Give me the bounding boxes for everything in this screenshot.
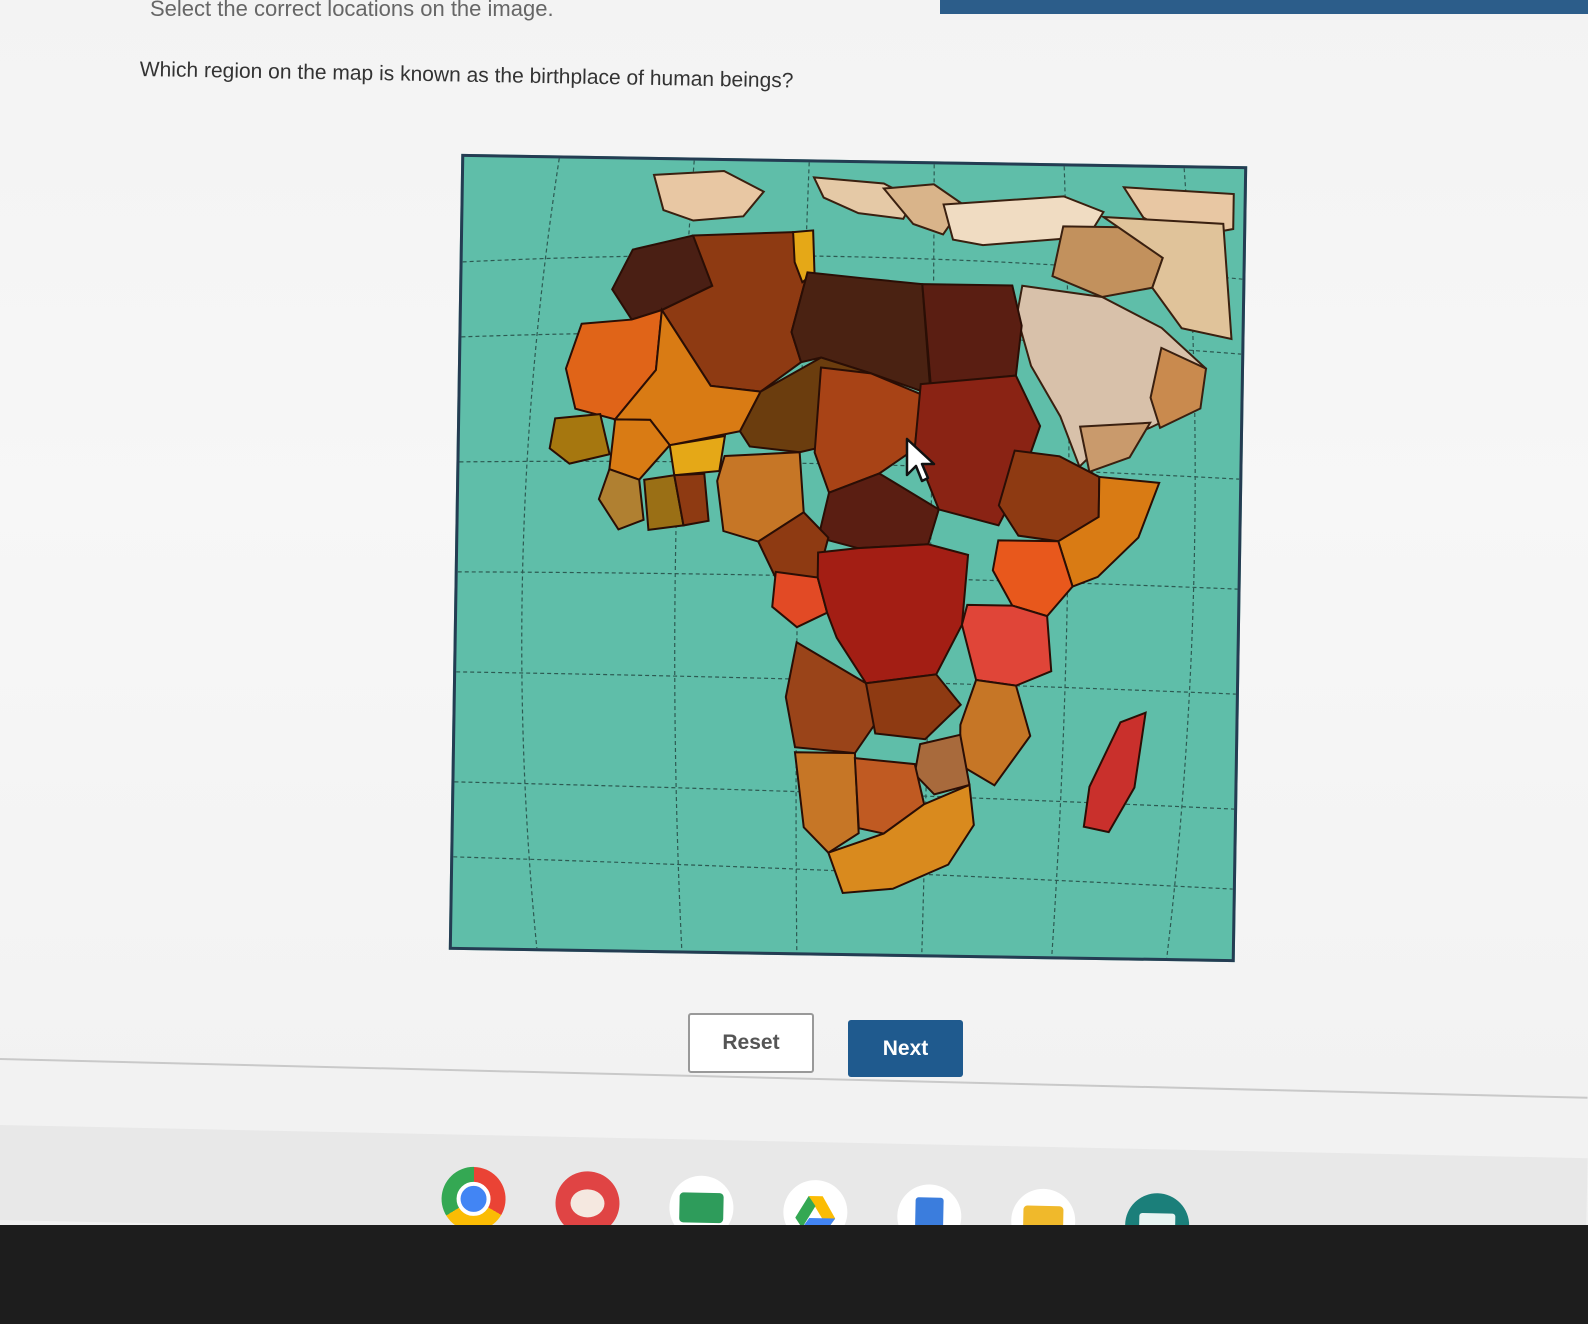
question-text: Which region on the map is known as the … (139, 58, 794, 93)
map-svg[interactable] (452, 157, 1244, 959)
africa-map[interactable] (448, 153, 1248, 963)
zimbabwe-region[interactable] (913, 733, 971, 796)
namibia-region[interactable] (793, 751, 860, 855)
madagascar-region[interactable] (1082, 711, 1147, 834)
top-bar (940, 0, 1588, 14)
drc-region[interactable] (816, 543, 970, 685)
egypt-region[interactable] (921, 283, 1023, 386)
yemen-region[interactable] (1078, 421, 1152, 474)
tanzania-region[interactable] (960, 603, 1053, 687)
reset-button[interactable]: Reset (688, 1013, 814, 1073)
europe-region[interactable] (652, 169, 766, 222)
screen-bezel (0, 1225, 1588, 1324)
liberia-region[interactable] (597, 467, 645, 531)
screen: Select the correct locations on the imag… (0, 0, 1588, 1258)
mozambique-region[interactable] (958, 678, 1032, 787)
chrome-icon[interactable] (440, 1166, 507, 1232)
mouse-cursor-icon (905, 437, 936, 483)
next-button[interactable]: Next (848, 1020, 963, 1077)
instruction-text: Select the correct locations on the imag… (150, 0, 554, 21)
senegal-region[interactable] (548, 413, 611, 465)
